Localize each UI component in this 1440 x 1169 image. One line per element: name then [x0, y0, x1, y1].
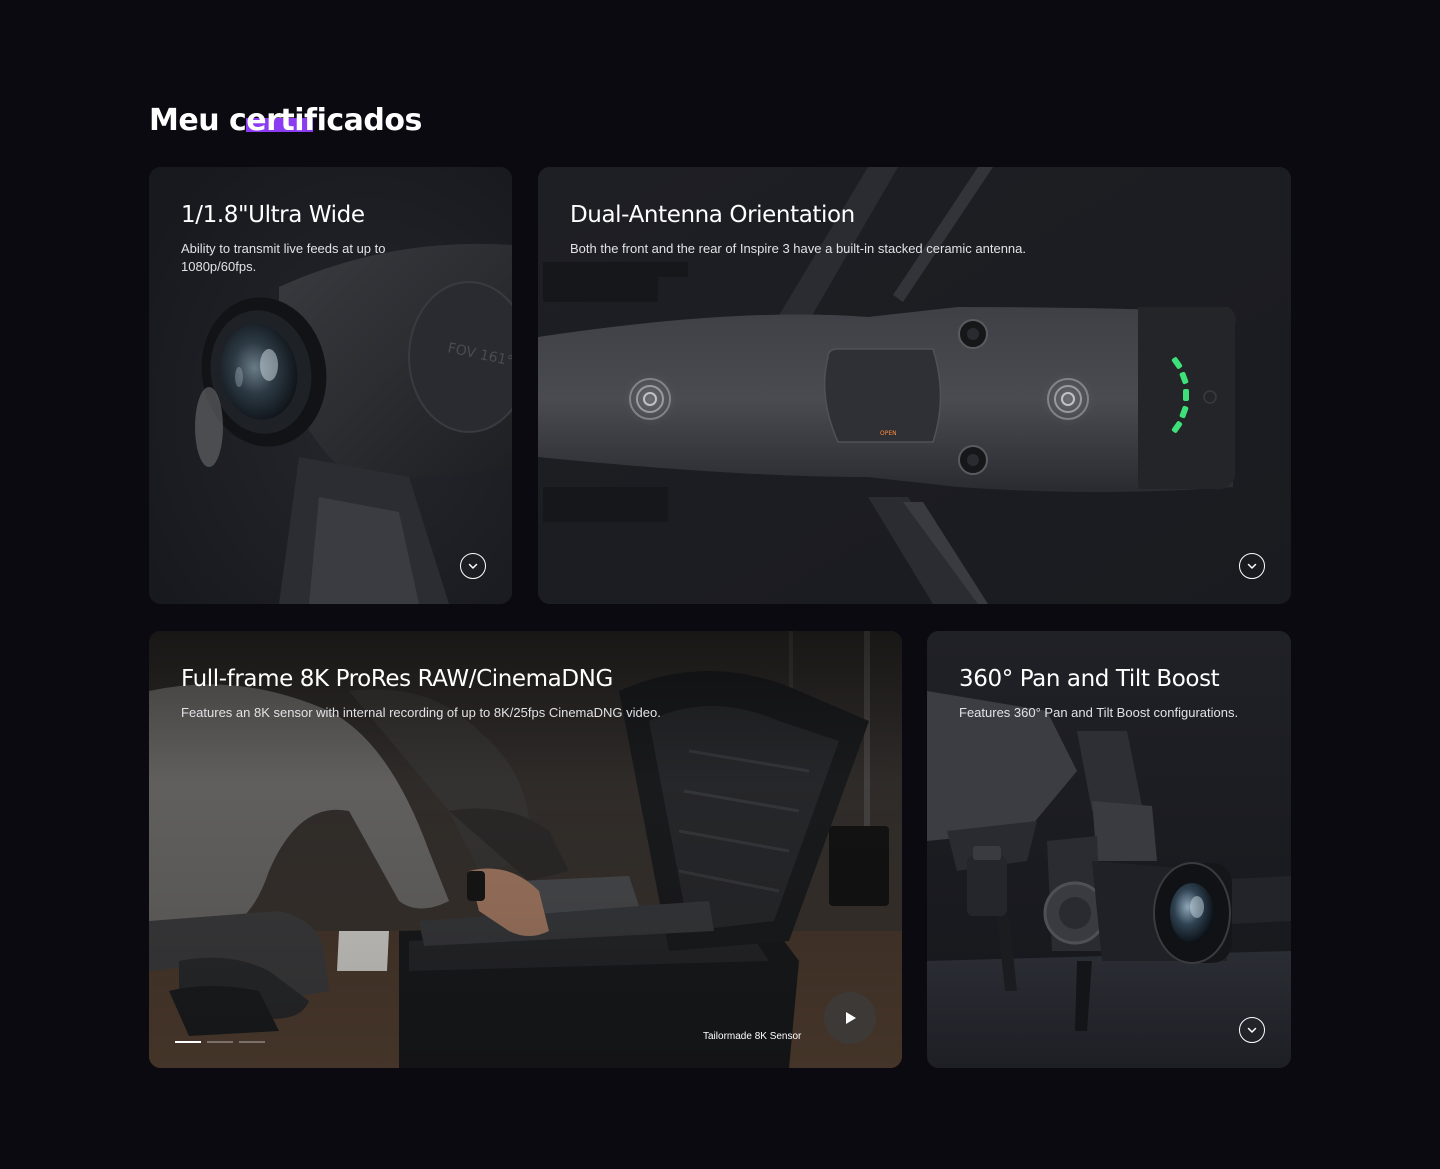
section-header: Meu certificados	[149, 98, 422, 144]
feature-card-dual-antenna[interactable]: OPEN Dual-Antenna Orientation Both the f…	[538, 167, 1291, 604]
video-progress-indicator	[175, 1041, 265, 1043]
feature-card-8k-video[interactable]: Full-frame 8K ProRes RAW/CinemaDNG Featu…	[149, 631, 902, 1068]
card-title: 1/1.8"Ultra Wide	[181, 202, 365, 228]
card-title: Full-frame 8K ProRes RAW/CinemaDNG	[181, 666, 613, 692]
expand-button[interactable]	[1239, 553, 1265, 579]
progress-segment[interactable]	[175, 1041, 201, 1043]
progress-segment[interactable]	[239, 1041, 265, 1043]
antenna-front	[622, 371, 678, 427]
feature-card-ultra-wide[interactable]: FOV 161° 1/1.8 1/1.8"Ultra Wide Ability …	[149, 167, 512, 604]
card-title: 360° Pan and Tilt Boost	[959, 666, 1220, 692]
chevron-down-icon	[1247, 1027, 1257, 1033]
play-icon	[846, 1012, 856, 1024]
feature-card-pan-tilt[interactable]: 360° Pan and Tilt Boost Features 360° Pa…	[927, 631, 1291, 1068]
video-caption: Tailormade 8K Sensor	[703, 1031, 802, 1042]
hatch-label: OPEN	[880, 430, 897, 437]
card-description: Features 360° Pan and Tilt Boost configu…	[959, 705, 1239, 720]
chevron-down-icon	[468, 563, 478, 569]
progress-segment[interactable]	[207, 1041, 233, 1043]
play-button[interactable]	[824, 992, 876, 1044]
card-title: Dual-Antenna Orientation	[570, 202, 855, 228]
card-description: Both the front and the rear of Inspire 3…	[570, 241, 1026, 256]
expand-button[interactable]	[1239, 1017, 1265, 1043]
chevron-down-icon	[1247, 563, 1257, 569]
page-title: Meu certificados	[149, 103, 422, 138]
card-description: Ability to transmit live feeds at up to …	[181, 241, 386, 274]
card-description: Features an 8K sensor with internal reco…	[181, 705, 661, 720]
expand-button[interactable]	[460, 553, 486, 579]
antenna-rear	[1040, 371, 1096, 427]
